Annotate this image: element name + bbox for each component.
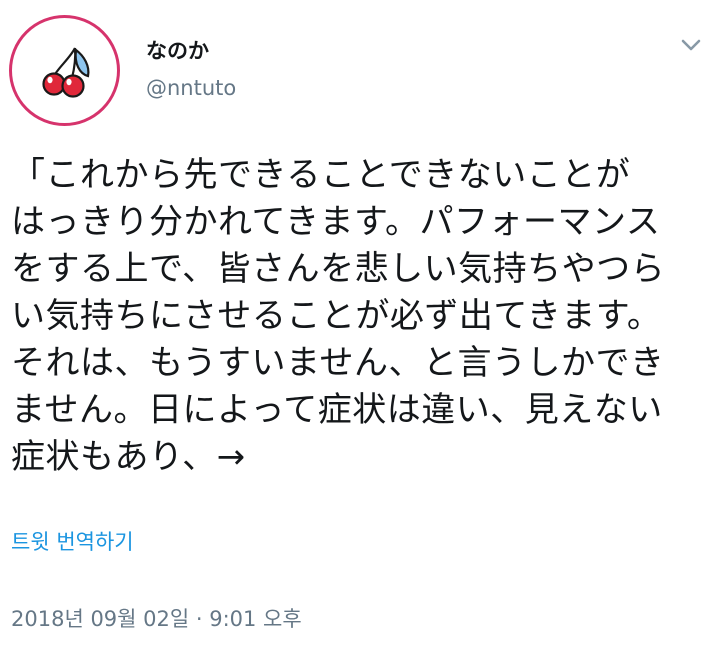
cherry-icon: [42, 47, 90, 98]
chevron-down-icon: [681, 39, 701, 51]
tweet-text-line: をする上で、皆さんを悲しい気持ちやつら: [11, 249, 666, 289]
tweet-text-line: ません。日によって症状は違い、見えない: [11, 390, 663, 430]
tweet-text-line: い気持ちにさせることが必ず出てきます。: [11, 296, 662, 336]
translate-tweet-link[interactable]: 트윗 번역하기: [11, 528, 134, 556]
tweet-menu-button[interactable]: [676, 30, 706, 60]
tweet-text: 「これから先できることできないことが はっきり分かれてきます。パフォーマンス を…: [11, 152, 711, 481]
tweet-timestamp[interactable]: 2018년 09월 02일 · 9:01 오후: [11, 605, 302, 633]
avatar[interactable]: [9, 15, 120, 126]
tweet-card: なのか @nntuto 「これから先できることできないことが はっきり分かれてき…: [0, 0, 720, 649]
tweet-text-line: 症状もあり、→: [11, 437, 246, 477]
display-name[interactable]: なのか: [146, 38, 209, 64]
user-handle[interactable]: @nntuto: [146, 75, 236, 101]
tweet-text-line: はっきり分かれてきます。パフォーマンス: [11, 202, 661, 242]
tweet-text-line: 「これから先できることできないことが: [11, 155, 631, 195]
tweet-text-line: それは、もうすいません、と言うしかでき: [11, 343, 665, 383]
